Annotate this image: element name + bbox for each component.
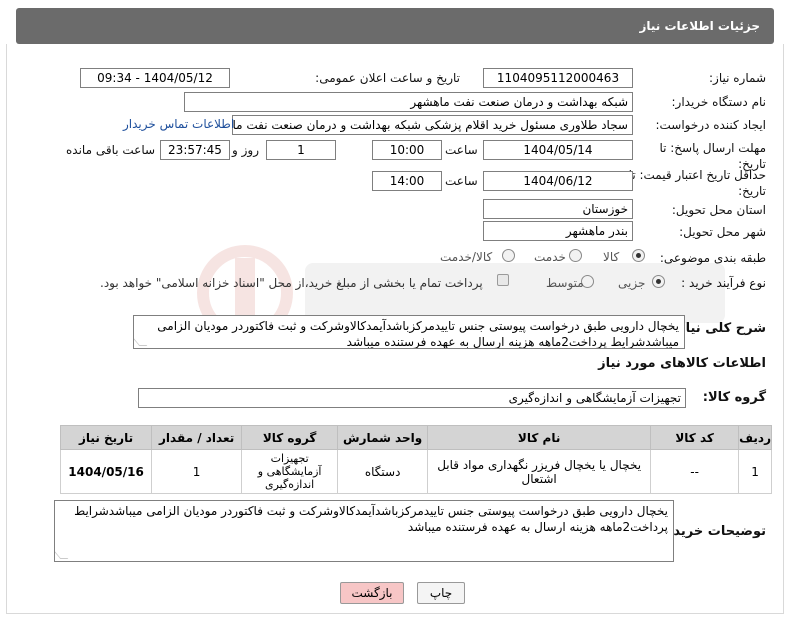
deadline-time-field: 10:00 bbox=[372, 140, 442, 160]
process-option-medium: متوسط bbox=[546, 276, 584, 290]
cell-row-number: 1 bbox=[738, 449, 772, 494]
category-radio-service[interactable] bbox=[569, 249, 582, 262]
back-button[interactable]: بازگشت bbox=[340, 582, 404, 604]
category-option-goods-service: کالا/خدمت bbox=[440, 250, 493, 264]
buyer-notes-text: یخچال دارویی طبق درخواست پیوستی جنس تایی… bbox=[54, 500, 674, 562]
deadline-date-field: 1404/05/14 bbox=[483, 140, 633, 160]
days-label: روز و bbox=[232, 143, 259, 157]
col-header-unit: واحد شمارش bbox=[337, 425, 429, 450]
goods-section-title: اطلاعات کالاهای مورد نیاز bbox=[598, 356, 766, 371]
deadline-time-label: ساعت bbox=[445, 143, 478, 157]
table-row: 1 -- یخچال یا یخچال فریزر نگهداری مواد ق… bbox=[59, 449, 772, 494]
creator-label: ایجاد کننده درخواست: bbox=[655, 118, 766, 132]
buyer-notes-content: یخچال دارویی طبق درخواست پیوستی جنس تایی… bbox=[74, 504, 668, 534]
buyer-org-label: نام دستگاه خریدار: bbox=[671, 95, 767, 109]
category-radio-goods-service[interactable] bbox=[502, 249, 515, 262]
buyer-contact-link[interactable]: اطلاعات تماس خریدار bbox=[123, 117, 234, 131]
need-number-label: شماره نیاز: bbox=[709, 71, 766, 85]
goods-group-field: تجهیزات آزمایشگاهی و اندازه‌گیری bbox=[138, 388, 686, 408]
validity-time-label: ساعت bbox=[445, 174, 478, 188]
treasury-note: پرداخت تمام یا بخشی از مبلغ خرید،از محل … bbox=[100, 276, 483, 290]
resize-handle-icon[interactable] bbox=[55, 551, 69, 559]
province-field: خوزستان bbox=[483, 199, 633, 219]
announce-datetime-field: 1404/05/12 - 09:34 bbox=[80, 68, 230, 88]
city-label: شهر محل تحویل: bbox=[679, 225, 766, 239]
cell-item-code: -- bbox=[650, 449, 740, 494]
col-header-need-date: تاریخ نیاز bbox=[59, 425, 153, 450]
cell-unit: دستگاه bbox=[337, 449, 429, 494]
days-field: 1 bbox=[266, 140, 336, 160]
category-radio-goods[interactable] bbox=[632, 249, 645, 262]
description-text: یخچال دارویی طبق درخواست پیوستی جنس تایی… bbox=[133, 315, 685, 349]
category-label: طبقه بندی موضوعی: bbox=[659, 251, 766, 265]
process-label: نوع فرآیند خرید : bbox=[681, 276, 766, 290]
page-title: جزئیات اطلاعات نیاز bbox=[16, 8, 774, 44]
need-number-field: 1104095112000463 bbox=[483, 68, 633, 88]
creator-field: سجاد طلاوری مسئول خرید اقلام پزشکی شبکه … bbox=[232, 115, 633, 135]
treasury-checkbox[interactable] bbox=[497, 274, 509, 286]
resize-handle-icon[interactable] bbox=[134, 338, 148, 346]
items-table: ردیف کد کالا نام کالا واحد شمارش گروه کا… bbox=[59, 425, 772, 494]
col-header-group: گروه کالا bbox=[241, 425, 339, 450]
buyer-org-field: شبکه بهداشت و درمان صنعت نفت ماهشهر bbox=[184, 92, 633, 112]
category-option-service: خدمت bbox=[534, 250, 566, 264]
announce-label: تاریخ و ساعت اعلان عمومی: bbox=[315, 71, 460, 85]
goods-group-label: گروه کالا: bbox=[702, 390, 766, 405]
validity-date-field: 1404/06/12 bbox=[483, 171, 633, 191]
province-label: استان محل تحویل: bbox=[671, 203, 766, 217]
cell-group: تجهیزات آزمایشگاهی و اندازه‌گیری bbox=[241, 449, 339, 494]
validity-label: حداقل تاریخ اعتبار قیمت: تا تاریخ: bbox=[628, 168, 766, 198]
description-content: یخچال دارویی طبق درخواست پیوستی جنس تایی… bbox=[157, 319, 679, 349]
validity-time-field: 14:00 bbox=[372, 171, 442, 191]
remaining-time-field: 23:57:45 bbox=[160, 140, 230, 160]
cell-quantity: 1 bbox=[151, 449, 243, 494]
cell-need-date: 1404/05/16 bbox=[59, 449, 153, 494]
print-button[interactable]: چاپ bbox=[417, 582, 465, 604]
cell-item-name: یخچال یا یخچال فریزر نگهداری مواد قابل ا… bbox=[427, 449, 652, 494]
remaining-label: ساعت باقی مانده bbox=[66, 143, 156, 157]
col-header-item-name: نام کالا bbox=[427, 425, 652, 450]
table-header-row: ردیف کد کالا نام کالا واحد شمارش گروه کا… bbox=[59, 425, 772, 450]
process-radio-minor[interactable] bbox=[652, 275, 665, 288]
process-option-minor: جزیی bbox=[618, 276, 646, 290]
city-field: بندر ماهشهر bbox=[483, 221, 633, 241]
col-header-quantity: تعداد / مقدار bbox=[151, 425, 243, 450]
description-label: شرح کلی نیاز: bbox=[672, 321, 766, 336]
col-header-item-code: کد کالا bbox=[650, 425, 740, 450]
col-header-row-number: ردیف bbox=[738, 425, 772, 450]
category-option-goods: کالا bbox=[603, 250, 620, 264]
